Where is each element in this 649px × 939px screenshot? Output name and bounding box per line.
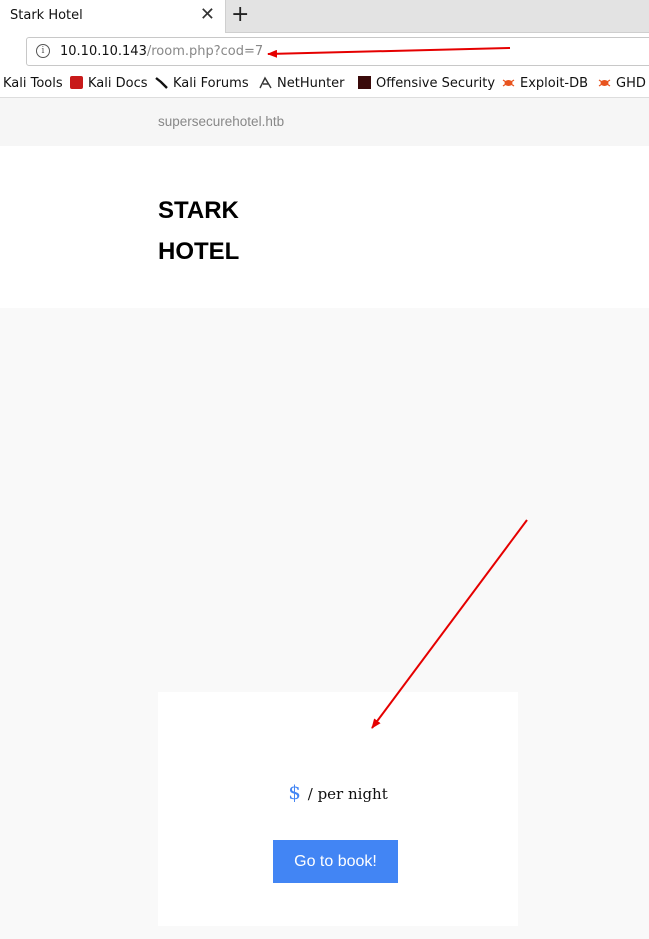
site-brand-logo[interactable]: STARK HOTEL	[158, 190, 278, 272]
bookmark-exploit-db[interactable]: Exploit-DB	[502, 76, 588, 91]
url-host: 10.10.10.143	[60, 44, 147, 59]
offensive-security-icon	[358, 76, 371, 89]
bookmark-label: Kali Forums	[173, 76, 249, 91]
close-icon[interactable]: ✕	[200, 6, 215, 24]
currency-symbol: $	[288, 780, 301, 804]
address-url[interactable]: 10.10.10.143/room.php?cod=7	[60, 44, 263, 59]
bookmark-kali-docs[interactable]: Kali Docs	[70, 76, 148, 91]
kali-dragon-icon	[155, 76, 168, 89]
bookmark-label: Kali Tools	[3, 76, 63, 91]
tab-stark-hotel[interactable]: Stark Hotel ✕	[0, 0, 226, 33]
per-night-label: / per night	[307, 785, 388, 803]
nethunter-icon	[259, 76, 272, 89]
kali-docs-icon	[70, 76, 83, 89]
bookmark-offensive-security[interactable]: Offensive Security	[358, 76, 495, 91]
url-path: /room.php?cod=7	[146, 44, 264, 59]
tab-title: Stark Hotel	[10, 8, 83, 23]
ghdb-bug-icon	[598, 76, 611, 89]
address-bar[interactable]: i 10.10.10.143/room.php?cod=7	[26, 37, 649, 66]
bookmark-label: Offensive Security	[376, 76, 496, 91]
site-topbar: supersecurehotel.htb	[0, 98, 649, 146]
main-content: $ / per night Go to book!	[0, 308, 649, 939]
bookmarks-toolbar: Kali Tools Kali Docs Kali Forums NetHunt…	[0, 71, 649, 98]
bookmark-nethunter[interactable]: NetHunter	[259, 76, 345, 91]
tab-bar: Stark Hotel ✕ +	[0, 0, 649, 33]
room-price: $ / per night	[158, 780, 518, 804]
bookmark-label: GHD	[616, 76, 646, 91]
bookmark-ghdb[interactable]: GHD	[598, 76, 646, 91]
navigation-bar: i 10.10.10.143/room.php?cod=7	[0, 33, 649, 71]
bookmark-label: Exploit-DB	[520, 76, 589, 91]
exploit-db-bug-icon	[502, 76, 515, 89]
bookmark-label: Kali Docs	[88, 76, 148, 91]
site-domain: supersecurehotel.htb	[158, 114, 285, 129]
info-icon[interactable]: i	[36, 44, 50, 58]
new-tab-plus-icon[interactable]: +	[231, 2, 249, 28]
go-to-book-button[interactable]: Go to book!	[273, 840, 398, 883]
bookmark-kali-tools[interactable]: Kali Tools	[3, 76, 63, 91]
bookmark-kali-forums[interactable]: Kali Forums	[155, 76, 249, 91]
room-card: $ / per night Go to book!	[158, 692, 518, 926]
site-header: STARK HOTEL	[0, 146, 649, 308]
bookmark-label: NetHunter	[277, 76, 345, 91]
